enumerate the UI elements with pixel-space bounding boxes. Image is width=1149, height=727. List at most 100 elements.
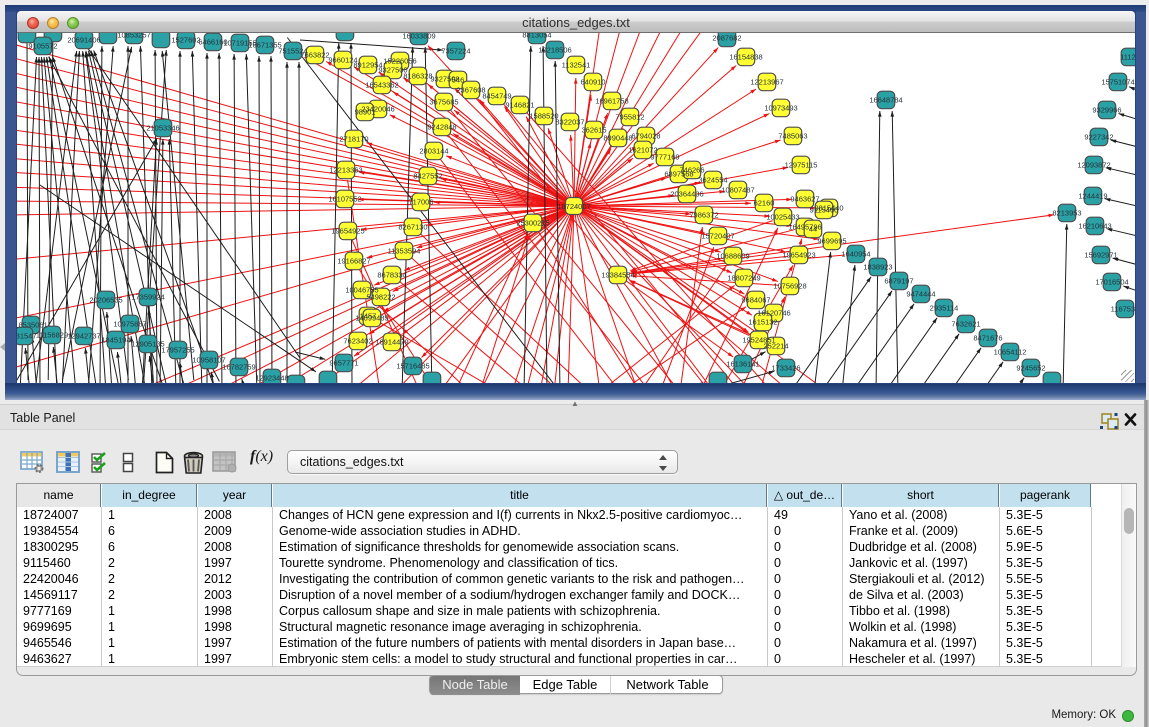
svg-text:9115460: 9115460 bbox=[810, 206, 839, 215]
svg-text:19384554: 19384554 bbox=[601, 271, 634, 280]
svg-text:8427552: 8427552 bbox=[413, 172, 442, 181]
svg-text:8678334: 8678334 bbox=[377, 271, 406, 280]
svg-text:9777169: 9777169 bbox=[650, 153, 679, 162]
svg-text:10807487: 10807487 bbox=[721, 186, 754, 195]
svg-text:252214: 252214 bbox=[763, 342, 788, 351]
svg-text:8813054: 8813054 bbox=[522, 33, 551, 40]
svg-text:25300215: 25300215 bbox=[516, 219, 549, 228]
svg-text:3675685: 3675685 bbox=[429, 98, 458, 107]
svg-text:1640954: 1640954 bbox=[841, 250, 870, 259]
svg-text:20206535: 20206535 bbox=[89, 296, 122, 305]
svg-text:9329966: 9329966 bbox=[1092, 106, 1121, 115]
svg-text:17016504: 17016504 bbox=[1095, 278, 1128, 287]
svg-text:16671355: 16671355 bbox=[248, 41, 281, 50]
svg-text:12923448: 12923448 bbox=[255, 374, 288, 383]
svg-text:16154838: 16154838 bbox=[729, 53, 762, 62]
svg-text:1845194: 1845194 bbox=[101, 336, 130, 345]
svg-text:3624554: 3624554 bbox=[698, 176, 727, 185]
svg-text:2803144: 2803144 bbox=[419, 147, 448, 156]
svg-text:7663822: 7663822 bbox=[300, 51, 329, 60]
svg-text:1132541: 1132541 bbox=[562, 61, 591, 70]
svg-text:20364436: 20364436 bbox=[670, 190, 703, 199]
svg-text:7632621: 7632621 bbox=[951, 320, 980, 329]
svg-text:19654925: 19654925 bbox=[331, 227, 364, 236]
svg-text:98901: 98901 bbox=[355, 108, 376, 117]
svg-text:9105572: 9105572 bbox=[28, 42, 57, 51]
svg-text:8322037: 8322037 bbox=[555, 118, 584, 127]
svg-text:17359924: 17359924 bbox=[131, 293, 164, 302]
svg-text:18535061: 18535061 bbox=[17, 321, 48, 330]
svg-text:15692971: 15692971 bbox=[1084, 251, 1117, 260]
svg-text:21053346: 21053346 bbox=[146, 124, 179, 133]
svg-text:44: 44 bbox=[809, 225, 817, 234]
svg-text:8267130: 8267130 bbox=[398, 223, 427, 232]
svg-text:16210643: 16210643 bbox=[1078, 222, 1111, 231]
svg-text:546: 546 bbox=[452, 76, 465, 85]
svg-text:15716485: 15716485 bbox=[396, 362, 429, 371]
svg-text:12942737: 12942737 bbox=[67, 332, 100, 341]
svg-text:1588520: 1588520 bbox=[529, 112, 558, 121]
svg-text:9474444: 9474444 bbox=[906, 290, 935, 299]
svg-text:19218506: 19218506 bbox=[538, 46, 571, 55]
svg-text:16782759: 16782759 bbox=[222, 363, 255, 372]
svg-text:18807249: 18807249 bbox=[727, 274, 760, 283]
svg-text:8471676: 8471676 bbox=[973, 334, 1002, 343]
svg-text:1167533: 1167533 bbox=[1111, 305, 1135, 314]
svg-text:20691406: 20691406 bbox=[67, 36, 100, 45]
svg-text:6879197: 6879197 bbox=[884, 277, 913, 286]
svg-text:15751074: 15751074 bbox=[1101, 78, 1134, 87]
svg-text:5498222: 5498222 bbox=[366, 293, 395, 302]
svg-text:16033809: 16033809 bbox=[402, 33, 435, 41]
svg-text:9657771: 9657771 bbox=[329, 359, 358, 368]
svg-text:16543362: 16543362 bbox=[365, 81, 398, 90]
svg-text:7955812: 7955812 bbox=[615, 113, 644, 122]
svg-text:1244419: 1244419 bbox=[1078, 192, 1107, 201]
svg-text:8990448: 8990448 bbox=[603, 134, 632, 143]
svg-text:640910: 640910 bbox=[580, 78, 605, 87]
svg-text:9699695: 9699695 bbox=[817, 237, 846, 246]
svg-text:7986372: 7986372 bbox=[689, 211, 718, 220]
svg-text:10853257: 10853257 bbox=[117, 33, 150, 40]
svg-text:10973493: 10973493 bbox=[764, 104, 797, 113]
svg-text:9227342: 9227342 bbox=[1084, 133, 1113, 142]
svg-text:9684067: 9684067 bbox=[741, 296, 770, 305]
svg-text:15720407: 15720407 bbox=[701, 232, 734, 241]
svg-text:16120746: 16120746 bbox=[757, 309, 790, 318]
svg-text:18724007: 18724007 bbox=[557, 202, 590, 211]
svg-text:12093872: 12093872 bbox=[1077, 161, 1110, 170]
svg-text:12905135: 12905135 bbox=[131, 340, 164, 349]
svg-text:15226056: 15226056 bbox=[383, 57, 416, 66]
svg-text:16648784: 16648784 bbox=[869, 96, 902, 105]
svg-text:2087682: 2087682 bbox=[712, 34, 741, 43]
svg-text:1615132: 1615132 bbox=[748, 318, 777, 327]
svg-text:16914479: 16914479 bbox=[375, 338, 408, 347]
svg-text:9463627: 9463627 bbox=[790, 195, 819, 204]
svg-text:1838923: 1838923 bbox=[863, 263, 892, 272]
svg-text:931547: 931547 bbox=[17, 332, 37, 341]
svg-text:746266: 746266 bbox=[679, 166, 704, 175]
svg-text:2718170: 2718170 bbox=[339, 135, 368, 144]
svg-text:16961758: 16961758 bbox=[595, 97, 628, 106]
svg-text:10688609: 10688609 bbox=[716, 252, 749, 261]
svg-text:16107552: 16107552 bbox=[328, 195, 361, 204]
svg-text:17957255: 17957255 bbox=[161, 346, 194, 355]
svg-text:1527602: 1527602 bbox=[171, 36, 200, 45]
svg-text:10025433: 10025433 bbox=[766, 213, 799, 222]
svg-text:19654923: 19654923 bbox=[782, 251, 815, 260]
svg-text:9242848: 9242848 bbox=[427, 123, 456, 132]
svg-text:11353594: 11353594 bbox=[388, 247, 421, 256]
svg-text:12975115: 12975115 bbox=[785, 161, 818, 170]
svg-text:10756928: 10756928 bbox=[773, 282, 806, 291]
svg-text:7485063: 7485063 bbox=[778, 132, 807, 141]
svg-text:14099489: 14099489 bbox=[355, 314, 388, 323]
svg-text:19166827: 19166827 bbox=[337, 257, 370, 266]
svg-text:12213967: 12213967 bbox=[750, 78, 783, 87]
svg-text:12213363: 12213363 bbox=[329, 166, 362, 175]
svg-text:16136141: 16136141 bbox=[726, 360, 759, 369]
svg-text:10958107: 10958107 bbox=[192, 356, 225, 365]
svg-text:8213953: 8213953 bbox=[1052, 209, 1081, 218]
svg-text:11123: 11123 bbox=[1120, 53, 1135, 62]
svg-text:9146821: 9146821 bbox=[505, 101, 534, 110]
svg-text:7623402: 7623402 bbox=[343, 337, 372, 346]
svg-text:11156829: 11156829 bbox=[36, 331, 68, 340]
